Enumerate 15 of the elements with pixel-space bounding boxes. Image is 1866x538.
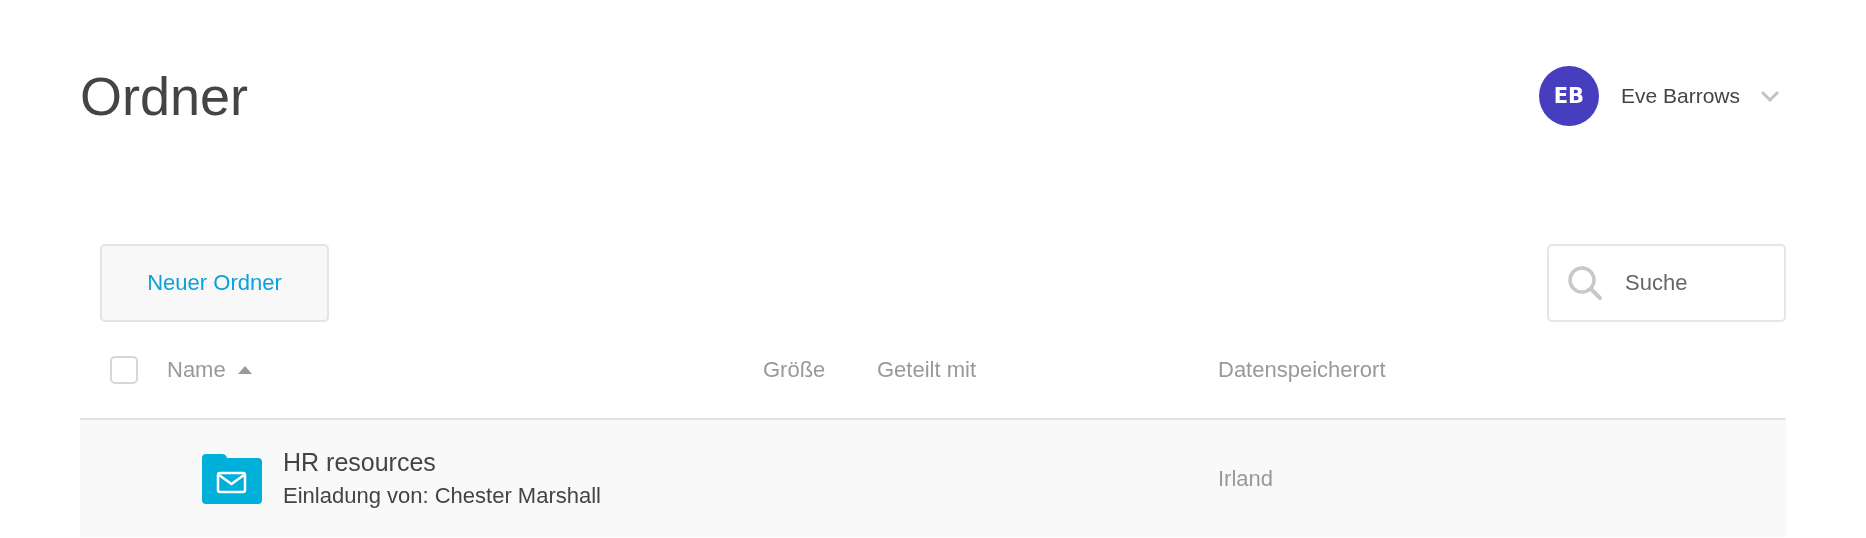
column-header[interactable]: Name <box>167 357 226 383</box>
folder-mail-icon <box>202 453 262 504</box>
column-header[interactable]: Größe <box>763 357 826 383</box>
chevron-down-icon[interactable] <box>1760 90 1780 102</box>
user-avatar[interactable]: EB <box>1538 66 1599 126</box>
select-all-checkbox[interactable] <box>109 356 138 384</box>
search-field[interactable]: Suche <box>1547 243 1786 322</box>
folder-name[interactable]: HR resources <box>283 448 601 477</box>
table-cell: Irland <box>1218 465 1274 492</box>
user-name[interactable]: Eve Barrows <box>1620 84 1740 108</box>
new-folder-button[interactable]: Neuer Ordner <box>100 243 329 322</box>
invitation-text: Einladung von: Chester Marshall <box>283 483 601 509</box>
page-title: Ordner <box>80 65 249 127</box>
column-header[interactable]: Geteilt mit <box>877 357 977 383</box>
column-header[interactable]: Datenspeicherort <box>1218 357 1386 383</box>
